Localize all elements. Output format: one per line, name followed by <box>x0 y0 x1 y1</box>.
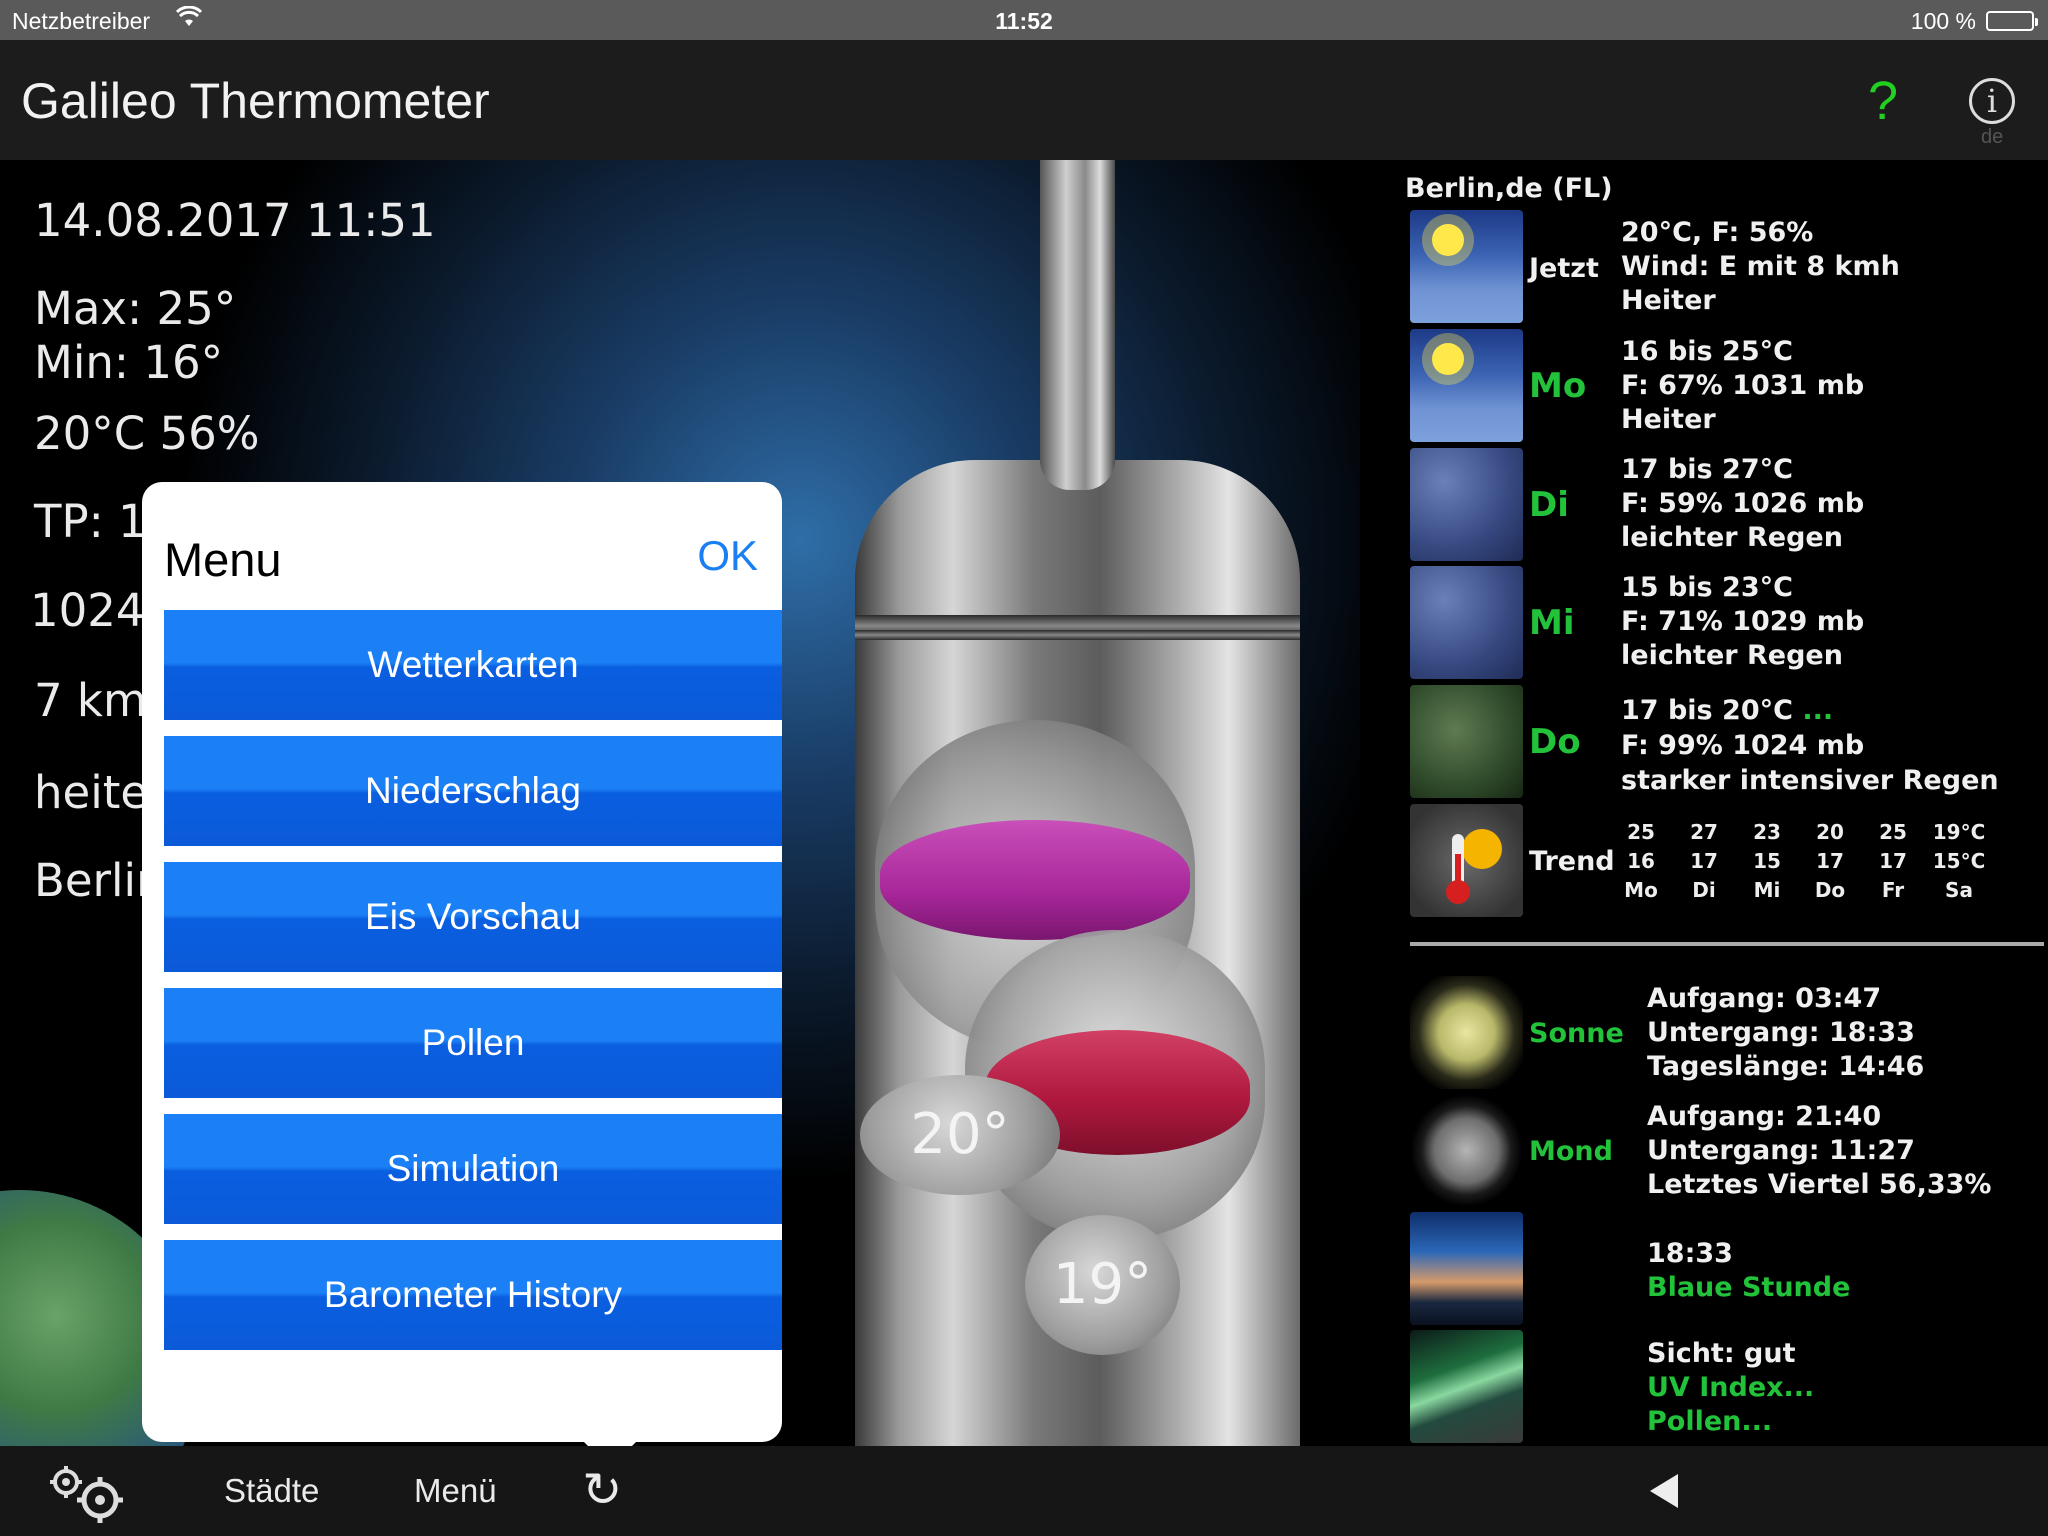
forecast-humidity-pressure: F: 67% 1031 mb <box>1621 370 1865 401</box>
sunset-time: Untergang: 18:33 <box>1647 1017 1915 1048</box>
sun-icon <box>1410 976 1523 1089</box>
menu-title: Menu <box>164 533 282 586</box>
moon-phase: Letztes Viertel 56,33% <box>1647 1169 1992 1200</box>
help-button[interactable]: ? <box>1868 70 1898 132</box>
city-name: Berlir <box>34 854 155 907</box>
thermometer-sun-icon <box>1410 804 1523 917</box>
nav-bar: Galileo Thermometer ? i de <box>0 40 2048 160</box>
divider <box>1410 942 2044 946</box>
max-temp: Max: 25° <box>34 282 237 335</box>
forecast-condition: Heiter <box>1621 404 1716 435</box>
trend-column: 19°C 15°C Sa <box>1932 820 1986 902</box>
blue-hour-time: 18:33 <box>1647 1238 1733 1269</box>
aurora-image <box>1410 1330 1523 1443</box>
forecast-condition: leichter Regen <box>1621 522 1843 553</box>
back-arrow-icon[interactable] <box>1650 1474 1678 1508</box>
trend-column: 23 15 Mi <box>1753 820 1781 902</box>
pressure-value: 1024 <box>30 584 145 637</box>
rain-weather-icon <box>1410 566 1523 679</box>
now-condition: Heiter <box>1621 285 1716 316</box>
menu-button[interactable]: Menü <box>414 1472 497 1510</box>
pollen-link[interactable]: Pollen... <box>1647 1405 1772 1439</box>
menu-popover: Menu OK Wetterkarten Niederschlag Eis Vo… <box>142 482 782 1468</box>
rain-weather-icon <box>1410 448 1523 561</box>
battery-percent: 100 % <box>1910 8 1976 34</box>
thermometer-neck <box>1040 160 1115 490</box>
menu-item-niederschlag[interactable]: Niederschlag <box>164 736 782 846</box>
settings-gears-icon[interactable] <box>46 1464 130 1524</box>
now-temp: 20°C, F: 56% <box>1621 217 1814 248</box>
blue-hour-link[interactable]: Blaue Stunde <box>1647 1271 1850 1305</box>
forecast-temp-range: 16 bis 25°C <box>1621 336 1793 367</box>
min-temp: Min: 16° <box>34 336 224 389</box>
forecast-day: Do <box>1529 722 1581 762</box>
wind-speed: 7 km <box>34 674 147 727</box>
liquid-magenta <box>880 820 1190 940</box>
forecast-panel: Berlin,de (FL) Jetzt 20°C, F: 56% Wind: … <box>1405 160 2048 1446</box>
forecast-day: Di <box>1529 485 1569 525</box>
sun-label: Sonne <box>1529 1018 1624 1049</box>
now-label: Jetzt <box>1529 253 1599 284</box>
sunny-weather-icon <box>1410 329 1523 442</box>
info-button[interactable]: i <box>1969 78 2015 124</box>
dew-point: TP: 1 <box>34 495 147 548</box>
trend-column: 25 17 Fr <box>1879 820 1907 902</box>
day-length: Tageslänge: 14:46 <box>1647 1051 1925 1082</box>
forecast-temp-range: 17 bis 27°C <box>1621 454 1793 485</box>
trend-label: Trend <box>1529 846 1615 877</box>
menu-item-eis-vorschau[interactable]: Eis Vorschau <box>164 862 782 972</box>
trend-column: 20 17 Do <box>1814 820 1846 902</box>
uv-index-link[interactable]: UV Index... <box>1647 1371 1814 1405</box>
current-datetime: 14.08.2017 11:51 <box>34 194 436 247</box>
battery-icon <box>1986 11 2038 31</box>
forecast-temp-range: 15 bis 23°C <box>1621 572 1793 603</box>
status-bar: Netzbetreiber 11:52 100 % <box>0 0 2048 40</box>
forecast-humidity-pressure: F: 99% 1024 mb <box>1621 730 1865 761</box>
status-time: 11:52 <box>995 8 1053 34</box>
forecast-humidity-pressure: F: 71% 1029 mb <box>1621 606 1865 637</box>
menu-item-pollen[interactable]: Pollen <box>164 988 782 1098</box>
trend-column: 25 16 Mo <box>1624 820 1658 902</box>
forecast-condition: starker intensiver Regen <box>1621 765 1999 796</box>
visibility: Sicht: gut <box>1647 1338 1796 1369</box>
forecast-day: Mo <box>1529 366 1587 406</box>
refresh-icon[interactable]: ↻ <box>582 1462 622 1518</box>
menu-item-wetterkarten[interactable]: Wetterkarten <box>164 610 782 720</box>
bottom-toolbar: Städte Menü ↻ <box>0 1446 2048 1536</box>
menu-item-barometer-history[interactable]: Barometer History <box>164 1240 782 1350</box>
moon-icon <box>1410 1094 1523 1207</box>
forecast-temp-range: 17 bis 20°C ... <box>1621 695 1834 726</box>
sunny-weather-icon <box>1410 210 1523 323</box>
now-wind: Wind: E mit 8 kmh <box>1621 251 1900 282</box>
menu-item-simulation[interactable]: Simulation <box>164 1114 782 1224</box>
current-temp-humidity: 20°C 56% <box>34 407 260 460</box>
moon-label: Mond <box>1529 1136 1613 1167</box>
heavy-rain-weather-icon <box>1410 685 1523 798</box>
moonset-time: Untergang: 11:27 <box>1647 1135 1915 1166</box>
forecast-more-link[interactable]: ... <box>1802 695 1833 726</box>
galileo-thermometer: 20° 19° <box>855 160 1300 1446</box>
sunrise-time: Aufgang: 03:47 <box>1647 983 1882 1014</box>
forecast-location: Berlin,de (FL) <box>1405 173 1613 204</box>
temperature-tag-lower: 19° <box>1025 1215 1180 1355</box>
weather-condition: heite <box>34 766 149 819</box>
trend-column: 27 17 Di <box>1690 820 1718 902</box>
blue-hour-image <box>1410 1212 1523 1325</box>
temperature-tag-upper: 20° <box>860 1075 1060 1195</box>
language-label: de <box>1981 126 2004 148</box>
ok-button[interactable]: OK <box>697 532 758 580</box>
forecast-condition: leichter Regen <box>1621 640 1843 671</box>
app-title: Galileo Thermometer <box>21 73 490 129</box>
forecast-day: Mi <box>1529 603 1575 643</box>
moonrise-time: Aufgang: 21:40 <box>1647 1101 1882 1132</box>
cities-button[interactable]: Städte <box>224 1472 319 1510</box>
forecast-humidity-pressure: F: 59% 1026 mb <box>1621 488 1865 519</box>
